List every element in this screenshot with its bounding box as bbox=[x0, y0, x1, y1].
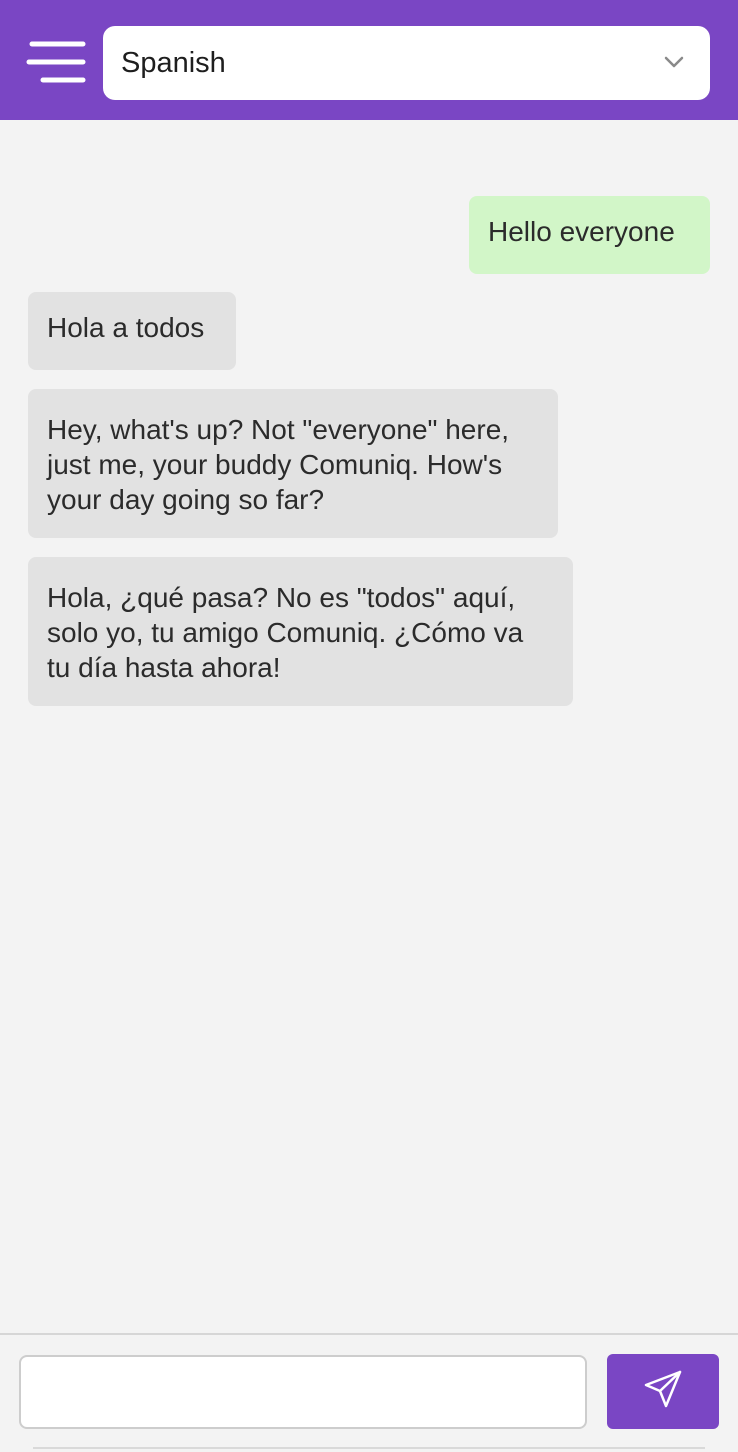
message-bubble-received: Hola, ¿qué pasa? No es "todos" aquí, sol… bbox=[28, 557, 573, 706]
top-bar: Spanish bbox=[0, 0, 738, 120]
hamburger-menu-icon bbox=[24, 38, 88, 86]
language-select-value: Spanish bbox=[121, 46, 226, 79]
send-paper-plane-icon bbox=[642, 1368, 684, 1415]
menu-button[interactable] bbox=[24, 38, 88, 86]
message-bubble-received: Hola a todos bbox=[28, 292, 236, 370]
chat-app: Spanish Hello everyone Hola a todos Hey,… bbox=[0, 0, 738, 1452]
language-select[interactable]: Spanish bbox=[103, 26, 710, 100]
chevron-down-icon bbox=[664, 54, 684, 70]
message-input[interactable] bbox=[19, 1355, 587, 1429]
message-composer bbox=[0, 1333, 738, 1452]
message-bubble-received: Hey, what's up? Not "everyone" here, jus… bbox=[28, 389, 558, 538]
home-indicator-divider bbox=[33, 1447, 705, 1449]
message-list[interactable]: Hello everyone Hola a todos Hey, what's … bbox=[0, 120, 738, 1333]
send-button[interactable] bbox=[607, 1354, 719, 1429]
message-bubble-sent: Hello everyone bbox=[469, 196, 710, 274]
